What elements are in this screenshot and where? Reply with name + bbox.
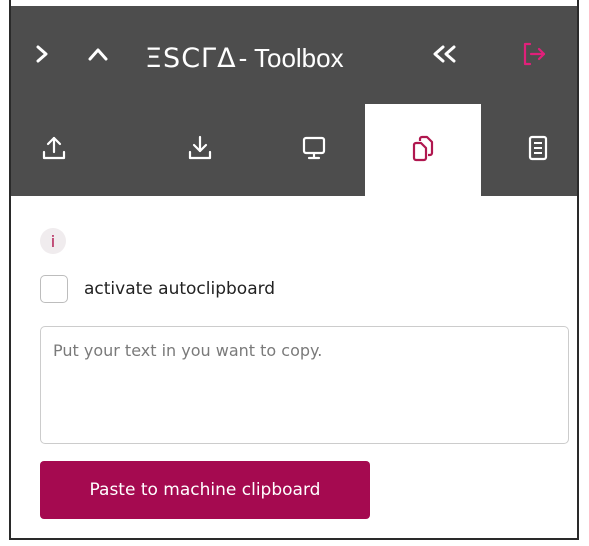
tab-document[interactable] xyxy=(499,104,577,196)
info-icon[interactable]: i xyxy=(40,228,66,254)
logout-icon[interactable] xyxy=(516,34,552,74)
brand-title: - Toolbox xyxy=(238,42,344,73)
toolbox-header: ΞSCΓΔ - Toolbox xyxy=(11,6,577,104)
tab-download[interactable] xyxy=(157,104,243,196)
toolbox-panel: ΞSCΓΔ - Toolbox i activate autoclipboard… xyxy=(9,0,579,540)
chevron-up-icon[interactable] xyxy=(83,34,113,74)
clipboard-panel: i activate autoclipboard Paste to machin… xyxy=(11,196,577,538)
clipboard-copy-icon xyxy=(408,133,438,168)
autoclipboard-label: activate autoclipboard xyxy=(84,279,276,299)
autoclipboard-row: activate autoclipboard xyxy=(40,275,275,303)
autoclipboard-checkbox[interactable] xyxy=(40,275,68,303)
brand-logo: ΞSCΓΔ xyxy=(145,42,237,74)
tab-clipboard[interactable] xyxy=(365,104,481,196)
tab-remote-desktop[interactable] xyxy=(271,104,357,196)
tab-upload[interactable] xyxy=(11,104,97,196)
tab-bar xyxy=(11,104,577,196)
brand: ΞSCΓΔ - Toolbox xyxy=(145,40,344,76)
upload-icon xyxy=(39,133,69,168)
clipboard-text-input[interactable] xyxy=(40,326,569,444)
chevron-right-icon[interactable] xyxy=(29,34,55,74)
monitor-icon xyxy=(299,133,329,168)
paste-to-machine-clipboard-button[interactable]: Paste to machine clipboard xyxy=(40,461,370,519)
document-icon xyxy=(523,133,553,168)
download-icon xyxy=(185,133,215,168)
double-chevron-left-icon[interactable] xyxy=(427,34,463,74)
